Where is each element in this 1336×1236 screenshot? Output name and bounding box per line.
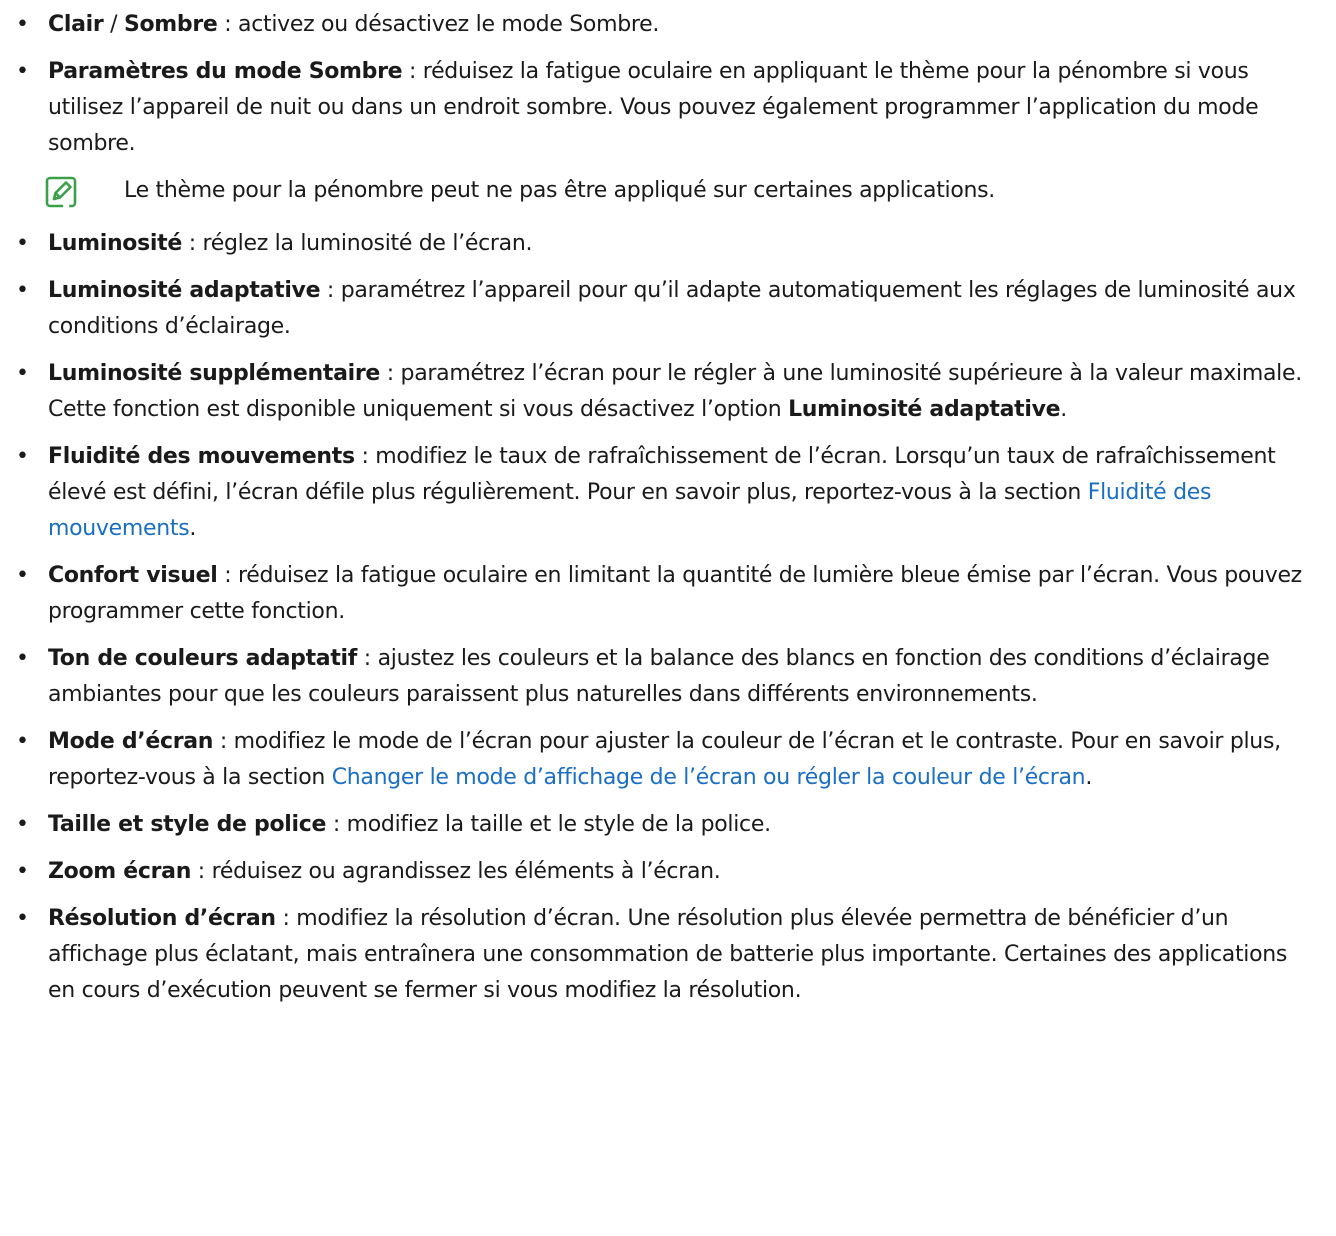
bullet: • <box>16 59 29 84</box>
bullet: • <box>16 906 29 931</box>
list-item-confort-visuel: • Confort visuel : réduisez la fatigue oc… <box>8 558 1316 630</box>
bullet: • <box>16 812 29 837</box>
list-item-zoom-ecran: • Zoom écran : réduisez ou agrandissez le… <box>8 854 1316 890</box>
bullet: • <box>16 12 29 37</box>
list-item-parametres-sombre: • Paramètres du mode Sombre : réduisez la… <box>8 54 1316 162</box>
term-label: Luminosité supplémentaire <box>48 361 381 386</box>
description-text: : réduisez la fatigue oculaire en limita… <box>48 563 1302 624</box>
description-text: : réduisez ou agrandissez les éléments à… <box>191 859 721 884</box>
term-label: Luminosité <box>48 231 182 256</box>
list-item-ton-couleurs: • Ton de couleurs adaptatif : ajustez les… <box>8 641 1316 713</box>
list-item-text: Ton de couleurs adaptatif : ajustez les … <box>48 646 1270 707</box>
list-item-text: Mode d’écran : modifiez le mode de l’écr… <box>48 729 1281 790</box>
bullet: • <box>16 729 29 754</box>
term-label: Fluidité des mouvements <box>48 444 355 469</box>
description-text: . <box>1085 765 1093 790</box>
term-label: Taille et style de police <box>48 812 327 837</box>
term-label: Luminosité adaptative <box>788 397 1061 422</box>
bullet: • <box>16 646 29 671</box>
list-item-luminosite-adaptative: • Luminosité adaptative : paramétrez l’ap… <box>8 273 1316 345</box>
list-item-text: Zoom écran : réduisez ou agrandissez les… <box>48 859 721 884</box>
description-text: / <box>103 12 124 37</box>
list-item-luminosite: • Luminosité : réglez la luminosité de l’… <box>8 226 1316 262</box>
bullet: • <box>16 444 29 469</box>
term-label: Paramètres du mode Sombre <box>48 59 403 84</box>
term-label: Sombre <box>123 12 218 37</box>
note-text: Le thème pour la pénombre peut ne pas êt… <box>124 178 995 203</box>
term-label: Luminosité adaptative <box>48 278 321 303</box>
settings-list: • Clair / Sombre : activez ou désactivez … <box>8 7 1316 1009</box>
bullet: • <box>16 361 29 386</box>
list-item-text: Luminosité : réglez la luminosité de l’é… <box>48 231 532 256</box>
list-item-text: Paramètres du mode Sombre : réduisez la … <box>48 59 1259 156</box>
term-label: Zoom écran <box>48 859 192 884</box>
description-text: . <box>189 516 197 541</box>
list-item-taille-police: • Taille et style de police : modifiez la… <box>8 807 1316 843</box>
note-pencil-icon <box>44 175 78 209</box>
settings-document: • Clair / Sombre : activez ou désactivez … <box>0 0 1322 1009</box>
description-text: : réglez la luminosité de l’écran. <box>182 231 533 256</box>
list-item-text: Taille et style de police : modifiez la … <box>48 812 771 837</box>
list-item-fluidite: • Fluidité des mouvements : modifiez le t… <box>8 439 1316 547</box>
list-item-resolution: • Résolution d’écran : modifiez la résolu… <box>8 901 1316 1009</box>
list-item-text: Résolution d’écran : modifiez la résolut… <box>48 906 1287 1003</box>
term-label: Mode d’écran <box>48 729 214 754</box>
description-text: : modifiez la taille et le style de la p… <box>326 812 771 837</box>
description-text: : activez ou désactivez le mode Sombre. <box>217 12 660 37</box>
list-item-text: Confort visuel : réduisez la fatigue ocu… <box>48 563 1302 624</box>
bullet: • <box>16 563 29 588</box>
term-label: Confort visuel <box>48 563 218 588</box>
term-label: Clair <box>48 12 104 37</box>
list-item-mode-ecran: • Mode d’écran : modifiez le mode de l’éc… <box>8 724 1316 796</box>
list-item-text: Luminosité adaptative : paramétrez l’app… <box>48 278 1296 339</box>
term-label: Résolution d’écran <box>48 906 276 931</box>
list-item-clair: • Clair / Sombre : activez ou désactivez … <box>8 7 1316 43</box>
bullet: • <box>16 278 29 303</box>
term-label: Ton de couleurs adaptatif <box>48 646 358 671</box>
cross-reference-link[interactable]: Changer le mode d’affichage de l’écran o… <box>332 765 1086 790</box>
bullet: • <box>16 231 29 256</box>
list-item-luminosite-supplementaire: • Luminosité supplémentaire : paramétrez … <box>8 356 1316 428</box>
note-callout: Le thème pour la pénombre peut ne pas êt… <box>8 173 1316 209</box>
list-item-text: Clair / Sombre : activez ou désactivez l… <box>48 12 659 37</box>
list-item-text: Fluidité des mouvements : modifiez le ta… <box>48 444 1276 541</box>
description-text: . <box>1060 397 1067 422</box>
bullet: • <box>16 859 29 884</box>
list-item-text: Luminosité supplémentaire : paramétrez l… <box>48 361 1302 422</box>
